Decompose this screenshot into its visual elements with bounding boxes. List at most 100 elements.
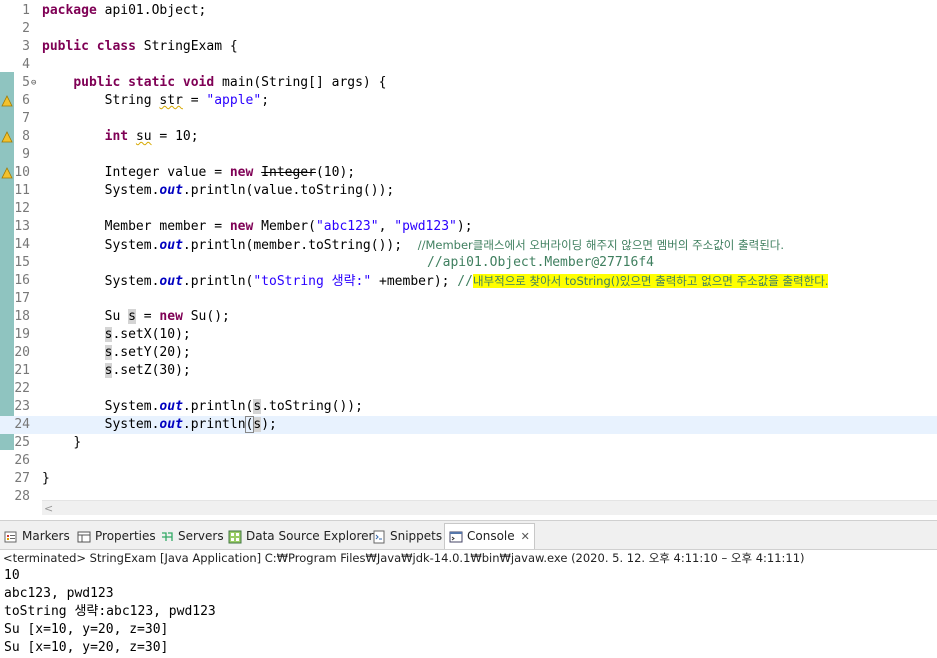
code-text[interactable]: System.out.println(value.toString()); <box>42 182 395 200</box>
line-number: 4 <box>22 57 30 72</box>
data-source-explorer-icon <box>228 530 242 543</box>
line-number: 18 <box>14 309 30 324</box>
code-line: 28 <box>0 488 937 500</box>
code-line: 22 <box>0 380 937 398</box>
code-line: 3 public class StringExam { <box>0 38 937 56</box>
code-text[interactable]: System.out.println(s.toString()); <box>42 398 363 416</box>
console-output[interactable]: 10 abc123, pwd123 toString 생략:abc123, pw… <box>0 567 937 658</box>
fold-icon[interactable]: ⊖ <box>31 74 36 92</box>
code-line: 5 ⊖ public static void main(String[] arg… <box>0 74 937 92</box>
code-line: 11 System.out.println(value.toString()); <box>0 182 937 200</box>
code-editor[interactable]: 1 package api01.Object; 2 3 public class… <box>0 0 937 515</box>
console-line: Su [x=10, y=20, z=30] <box>4 640 169 655</box>
code-line: 17 <box>0 290 937 308</box>
code-text[interactable]: public class StringExam { <box>42 38 238 56</box>
code-line: 2 <box>0 20 937 38</box>
line-number: 21 <box>14 363 30 378</box>
line-number: 5 <box>22 75 30 90</box>
console-status-line: <terminated> StringExam [Java Applicatio… <box>3 551 805 565</box>
line-number: 19 <box>14 327 30 342</box>
tab-console[interactable]: Console ✕ <box>444 523 535 549</box>
code-text[interactable]: Member member = new Member("abc123", "pw… <box>42 218 473 236</box>
line-number: 11 <box>14 183 30 198</box>
panel-tab-bar: Markers Properties Servers Data Source E… <box>0 520 937 550</box>
code-line: 15 //api01.Object.Member@27716f4 <box>0 254 937 272</box>
line-number: 20 <box>14 345 30 360</box>
tab-servers[interactable]: Servers <box>160 525 224 547</box>
console-line: abc123, pwd123 <box>4 586 114 601</box>
code-line-current: 24 System.out.println(s); <box>0 416 937 434</box>
code-text[interactable]: s.setY(20); <box>42 344 191 362</box>
tab-data-source-explorer[interactable]: Data Source Explorer <box>228 525 373 547</box>
warning-icon[interactable] <box>1 95 13 107</box>
line-number: 10 <box>14 165 30 180</box>
code-line: 1 package api01.Object; <box>0 2 937 20</box>
code-line: 9 <box>0 146 937 164</box>
line-number: 1 <box>22 3 30 18</box>
warning-icon[interactable] <box>1 131 13 143</box>
markers-icon <box>4 531 17 542</box>
code-text[interactable]: } <box>42 470 50 488</box>
code-line: 16 System.out.println("toString 생략:" +me… <box>0 272 937 290</box>
code-line: 14 System.out.println(member.toString())… <box>0 236 937 254</box>
line-number: 28 <box>14 489 30 500</box>
line-number: 2 <box>22 21 30 36</box>
code-text[interactable]: Su s = new Su(); <box>42 308 230 326</box>
line-number: 12 <box>14 201 30 216</box>
code-text[interactable]: System.out.println(member.toString()); /… <box>42 236 784 255</box>
code-line: 6 String str = "apple"; <box>0 92 937 110</box>
tab-markers[interactable]: Markers <box>4 525 70 547</box>
line-number: 9 <box>22 147 30 162</box>
properties-icon <box>77 531 91 542</box>
code-line: 26 <box>0 452 937 470</box>
code-text[interactable]: Integer value = new Integer(10); <box>42 164 355 182</box>
console-icon <box>449 531 463 542</box>
code-line: 12 <box>0 200 937 218</box>
line-number: 13 <box>14 219 30 234</box>
code-line: 23 System.out.println(s.toString()); <box>0 398 937 416</box>
code-text[interactable]: public static void main(String[] args) { <box>42 74 386 92</box>
code-line: 21 s.setZ(30); <box>0 362 937 380</box>
close-icon[interactable]: ✕ <box>521 530 530 543</box>
line-number: 17 <box>14 291 30 306</box>
horizontal-scrollbar[interactable]: < <box>42 500 937 515</box>
line-number: 15 <box>14 255 30 270</box>
tab-snippets[interactable]: Snippets <box>372 525 442 547</box>
line-number: 26 <box>14 453 30 468</box>
line-number: 22 <box>14 381 30 396</box>
code-line: 25 } <box>0 434 937 452</box>
code-line: 27 } <box>0 470 937 488</box>
code-line: 10 Integer value = new Integer(10); <box>0 164 937 182</box>
line-number: 27 <box>14 471 30 486</box>
console-line: Su [x=10, y=20, z=30] <box>4 622 169 637</box>
code-line: 18 Su s = new Su(); <box>0 308 937 326</box>
tab-properties[interactable]: Properties <box>77 525 156 547</box>
code-text[interactable]: //api01.Object.Member@27716f4 <box>427 254 654 272</box>
code-line: 8 int su = 10; <box>0 128 937 146</box>
code-text[interactable]: System.out.println(s); <box>42 416 277 434</box>
line-number: 25 <box>14 435 30 450</box>
code-line: 20 s.setY(20); <box>0 344 937 362</box>
snippets-icon <box>373 530 385 543</box>
code-text[interactable]: } <box>42 434 81 452</box>
console-line: toString 생략:abc123, pwd123 <box>4 604 216 619</box>
code-text[interactable]: String str = "apple"; <box>42 92 269 110</box>
code-line: 7 <box>0 110 937 128</box>
line-number: 6 <box>22 93 30 108</box>
code-line: 19 s.setX(10); <box>0 326 937 344</box>
line-number: 7 <box>22 111 30 126</box>
code-line: 4 <box>0 56 937 74</box>
code-text[interactable]: System.out.println("toString 생략:" +membe… <box>42 272 829 291</box>
code-line: 13 Member member = new Member("abc123", … <box>0 218 937 236</box>
line-number: 14 <box>14 237 30 252</box>
code-text[interactable]: s.setX(10); <box>42 326 191 344</box>
console-line: 10 <box>4 568 20 583</box>
line-number: 8 <box>22 129 30 144</box>
scroll-left-icon[interactable]: < <box>44 501 53 515</box>
warning-icon[interactable] <box>1 167 13 179</box>
code-text[interactable]: package api01.Object; <box>42 2 206 20</box>
code-text[interactable]: int su = 10; <box>42 128 199 146</box>
code-text[interactable]: s.setZ(30); <box>42 362 191 380</box>
line-number: 3 <box>22 39 30 54</box>
line-number: 16 <box>14 273 30 288</box>
